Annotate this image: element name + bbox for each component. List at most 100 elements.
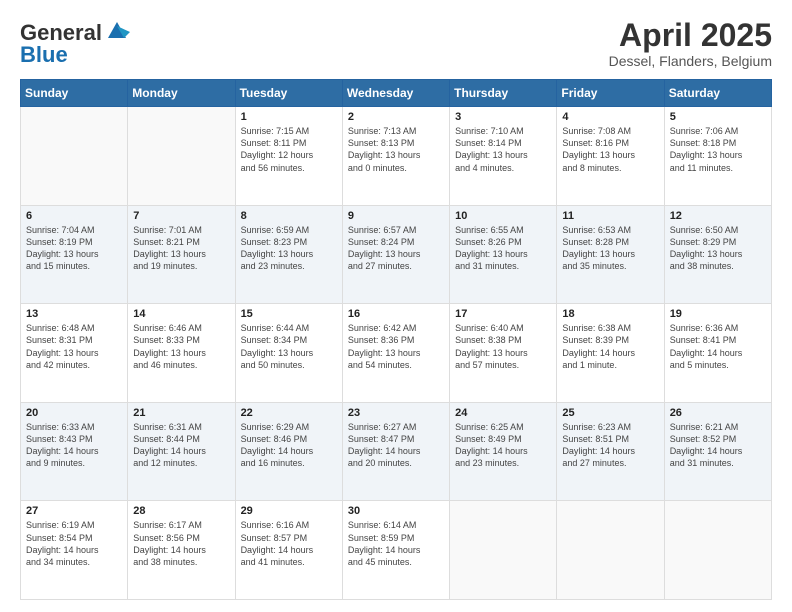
calendar-day-cell: 12 Sunrise: 6:50 AM Sunset: 8:29 PM Dayli… [664, 205, 771, 304]
calendar-header-row: SundayMondayTuesdayWednesdayThursdayFrid… [21, 80, 772, 107]
day-info: Sunrise: 7:04 AM Sunset: 8:19 PM Dayligh… [26, 224, 122, 273]
logo: General Blue [20, 18, 130, 68]
calendar-week-row: 1 Sunrise: 7:15 AM Sunset: 8:11 PM Daylig… [21, 107, 772, 206]
day-number: 5 [670, 111, 766, 123]
day-info: Sunrise: 6:55 AM Sunset: 8:26 PM Dayligh… [455, 224, 551, 273]
page: General Blue April 2025 Dessel, Flanders… [0, 0, 792, 612]
calendar-day-cell: 14 Sunrise: 6:46 AM Sunset: 8:33 PM Dayli… [128, 304, 235, 403]
calendar-day-cell: 18Sunrise: 6:38 AM Sunset: 8:39 PM Dayli… [557, 304, 664, 403]
day-header-thursday: Thursday [450, 80, 557, 107]
day-number: 8 [241, 210, 337, 222]
day-info: Sunrise: 6:29 AM Sunset: 8:46 PM Dayligh… [241, 421, 337, 470]
calendar-day-cell: 21 Sunrise: 6:31 AM Sunset: 8:44 PM Dayli… [128, 402, 235, 501]
calendar-week-row: 20 Sunrise: 6:33 AM Sunset: 8:43 PM Dayli… [21, 402, 772, 501]
day-info: Sunrise: 6:19 AM Sunset: 8:54 PM Dayligh… [26, 519, 122, 568]
day-info: Sunrise: 6:31 AM Sunset: 8:44 PM Dayligh… [133, 421, 229, 470]
calendar-day-cell: 17 Sunrise: 6:40 AM Sunset: 8:38 PM Dayli… [450, 304, 557, 403]
calendar-day-cell: 30 Sunrise: 6:14 AM Sunset: 8:59 PM Dayli… [342, 501, 449, 600]
day-number: 17 [455, 308, 551, 320]
month-title: April 2025 [609, 18, 772, 53]
calendar-day-cell: 22 Sunrise: 6:29 AM Sunset: 8:46 PM Dayli… [235, 402, 342, 501]
day-info: Sunrise: 6:14 AM Sunset: 8:59 PM Dayligh… [348, 519, 444, 568]
day-number: 26 [670, 407, 766, 419]
calendar-day-cell: 11Sunrise: 6:53 AM Sunset: 8:28 PM Dayli… [557, 205, 664, 304]
calendar-day-cell: 20 Sunrise: 6:33 AM Sunset: 8:43 PM Dayli… [21, 402, 128, 501]
day-number: 10 [455, 210, 551, 222]
day-number: 20 [26, 407, 122, 419]
calendar-day-cell [21, 107, 128, 206]
day-header-monday: Monday [128, 80, 235, 107]
day-info: Sunrise: 7:08 AM Sunset: 8:16 PM Dayligh… [562, 125, 658, 174]
calendar-day-cell: 9 Sunrise: 6:57 AM Sunset: 8:24 PM Daylig… [342, 205, 449, 304]
day-info: Sunrise: 6:50 AM Sunset: 8:29 PM Dayligh… [670, 224, 766, 273]
day-number: 3 [455, 111, 551, 123]
calendar-day-cell: 13 Sunrise: 6:48 AM Sunset: 8:31 PM Dayli… [21, 304, 128, 403]
day-info: Sunrise: 7:01 AM Sunset: 8:21 PM Dayligh… [133, 224, 229, 273]
day-number: 1 [241, 111, 337, 123]
calendar-day-cell: 4 Sunrise: 7:08 AM Sunset: 8:16 PM Daylig… [557, 107, 664, 206]
calendar-day-cell: 6 Sunrise: 7:04 AM Sunset: 8:19 PM Daylig… [21, 205, 128, 304]
day-info: Sunrise: 6:17 AM Sunset: 8:56 PM Dayligh… [133, 519, 229, 568]
day-number: 19 [670, 308, 766, 320]
calendar-day-cell: 23 Sunrise: 6:27 AM Sunset: 8:47 PM Dayli… [342, 402, 449, 501]
calendar-day-cell: 7 Sunrise: 7:01 AM Sunset: 8:21 PM Daylig… [128, 205, 235, 304]
day-info: Sunrise: 6:44 AM Sunset: 8:34 PM Dayligh… [241, 322, 337, 371]
day-info: Sunrise: 6:36 AM Sunset: 8:41 PM Dayligh… [670, 322, 766, 371]
day-number: 13 [26, 308, 122, 320]
day-info: Sunrise: 6:53 AM Sunset: 8:28 PM Dayligh… [562, 224, 658, 273]
day-number: 12 [670, 210, 766, 222]
day-info: Sunrise: 7:10 AM Sunset: 8:14 PM Dayligh… [455, 125, 551, 174]
day-info: Sunrise: 6:27 AM Sunset: 8:47 PM Dayligh… [348, 421, 444, 470]
calendar-day-cell: 15Sunrise: 6:44 AM Sunset: 8:34 PM Dayli… [235, 304, 342, 403]
day-info: Sunrise: 6:46 AM Sunset: 8:33 PM Dayligh… [133, 322, 229, 371]
day-info: Sunrise: 7:06 AM Sunset: 8:18 PM Dayligh… [670, 125, 766, 174]
calendar-day-cell [128, 107, 235, 206]
day-header-wednesday: Wednesday [342, 80, 449, 107]
day-info: Sunrise: 7:13 AM Sunset: 8:13 PM Dayligh… [348, 125, 444, 174]
logo-icon [104, 18, 130, 44]
day-number: 6 [26, 210, 122, 222]
day-header-tuesday: Tuesday [235, 80, 342, 107]
calendar-day-cell: 25Sunrise: 6:23 AM Sunset: 8:51 PM Dayli… [557, 402, 664, 501]
calendar-day-cell: 29 Sunrise: 6:16 AM Sunset: 8:57 PM Dayli… [235, 501, 342, 600]
calendar-day-cell: 8 Sunrise: 6:59 AM Sunset: 8:23 PM Daylig… [235, 205, 342, 304]
title-block: April 2025 Dessel, Flanders, Belgium [609, 18, 772, 69]
day-info: Sunrise: 6:23 AM Sunset: 8:51 PM Dayligh… [562, 421, 658, 470]
day-info: Sunrise: 6:21 AM Sunset: 8:52 PM Dayligh… [670, 421, 766, 470]
day-number: 23 [348, 407, 444, 419]
calendar-day-cell: 10 Sunrise: 6:55 AM Sunset: 8:26 PM Dayli… [450, 205, 557, 304]
day-info: Sunrise: 6:42 AM Sunset: 8:36 PM Dayligh… [348, 322, 444, 371]
calendar-week-row: 13 Sunrise: 6:48 AM Sunset: 8:31 PM Dayli… [21, 304, 772, 403]
day-info: Sunrise: 7:15 AM Sunset: 8:11 PM Dayligh… [241, 125, 337, 174]
day-number: 4 [562, 111, 658, 123]
calendar-day-cell [450, 501, 557, 600]
day-number: 7 [133, 210, 229, 222]
calendar-day-cell: 19 Sunrise: 6:36 AM Sunset: 8:41 PM Dayli… [664, 304, 771, 403]
day-header-sunday: Sunday [21, 80, 128, 107]
day-number: 29 [241, 505, 337, 517]
calendar-day-cell: 16 Sunrise: 6:42 AM Sunset: 8:36 PM Dayli… [342, 304, 449, 403]
day-number: 28 [133, 505, 229, 517]
calendar-week-row: 27Sunrise: 6:19 AM Sunset: 8:54 PM Dayli… [21, 501, 772, 600]
calendar-day-cell: 28 Sunrise: 6:17 AM Sunset: 8:56 PM Dayli… [128, 501, 235, 600]
day-number: 9 [348, 210, 444, 222]
day-info: Sunrise: 6:25 AM Sunset: 8:49 PM Dayligh… [455, 421, 551, 470]
day-info: Sunrise: 6:33 AM Sunset: 8:43 PM Dayligh… [26, 421, 122, 470]
day-number: 16 [348, 308, 444, 320]
location: Dessel, Flanders, Belgium [609, 53, 772, 69]
day-number: 14 [133, 308, 229, 320]
day-info: Sunrise: 6:38 AM Sunset: 8:39 PM Dayligh… [562, 322, 658, 371]
day-info: Sunrise: 6:59 AM Sunset: 8:23 PM Dayligh… [241, 224, 337, 273]
day-number: 22 [241, 407, 337, 419]
calendar-day-cell: 2Sunrise: 7:13 AM Sunset: 8:13 PM Daylig… [342, 107, 449, 206]
calendar-day-cell: 5 Sunrise: 7:06 AM Sunset: 8:18 PM Daylig… [664, 107, 771, 206]
day-number: 21 [133, 407, 229, 419]
calendar-day-cell: 3 Sunrise: 7:10 AM Sunset: 8:14 PM Daylig… [450, 107, 557, 206]
day-number: 30 [348, 505, 444, 517]
day-info: Sunrise: 6:16 AM Sunset: 8:57 PM Dayligh… [241, 519, 337, 568]
day-info: Sunrise: 6:57 AM Sunset: 8:24 PM Dayligh… [348, 224, 444, 273]
day-info: Sunrise: 6:40 AM Sunset: 8:38 PM Dayligh… [455, 322, 551, 371]
day-info: Sunrise: 6:48 AM Sunset: 8:31 PM Dayligh… [26, 322, 122, 371]
calendar-table: SundayMondayTuesdayWednesdayThursdayFrid… [20, 79, 772, 600]
day-header-friday: Friday [557, 80, 664, 107]
